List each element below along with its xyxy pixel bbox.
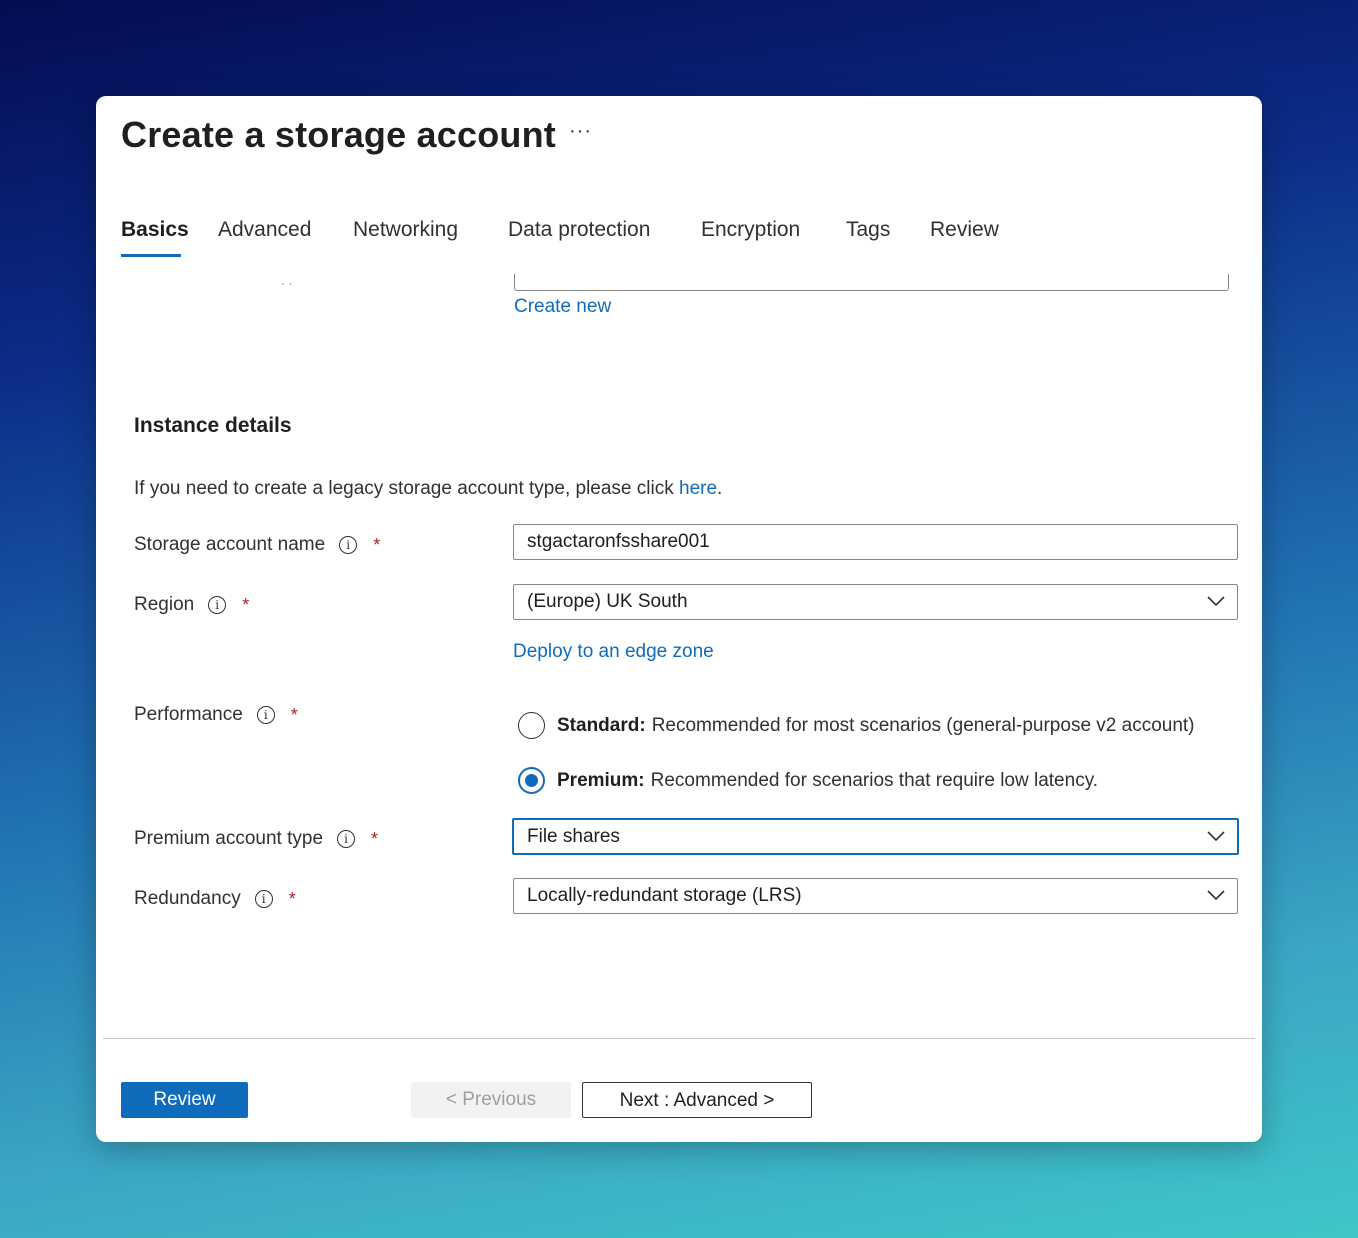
storage-account-name-label-text: Storage account name [134,534,326,555]
instance-details-heading: Instance details [134,414,292,437]
tab-advanced[interactable]: Advanced [218,218,311,242]
standard-radio[interactable] [518,712,545,739]
tab-encryption[interactable]: Encryption [701,218,800,242]
clipped-label: · · [281,276,293,290]
tab-data-protection[interactable]: Data protection [508,218,650,242]
required-marker: * [371,828,379,849]
resource-group-select-clipped[interactable] [514,274,1229,291]
standard-description: Recommended for most scenarios (general-… [651,714,1195,736]
premium-radio[interactable] [518,767,545,794]
redundancy-value: Locally-redundant storage (LRS) [527,885,802,906]
tab-bar: Basics Advanced Networking Data protecti… [96,214,1262,264]
premium-account-type-label-text: Premium account type [134,828,324,849]
premium-title: Premium: [557,769,645,791]
legacy-account-suffix: . [717,478,723,499]
info-icon[interactable]: i [256,706,275,724]
active-tab-indicator [121,254,181,257]
chevron-down-icon [1207,596,1225,607]
more-options-icon[interactable]: ··· [569,120,592,143]
required-marker: * [373,534,381,555]
premium-account-type-value: File shares [527,826,620,847]
page-title: Create a storage account [121,114,556,155]
info-icon[interactable]: i [339,536,358,554]
redundancy-dropdown[interactable]: Locally-redundant storage (LRS) [513,878,1238,914]
region-value: (Europe) UK South [527,591,688,612]
required-marker: * [242,594,250,615]
required-marker: * [290,704,298,725]
legacy-here-link[interactable]: here [679,478,717,499]
footer-divider [103,1038,1255,1039]
info-icon[interactable]: i [337,830,356,848]
redundancy-label: Redundancy i * [134,888,296,910]
premium-account-type-dropdown[interactable]: File shares [512,818,1239,855]
info-icon[interactable]: i [254,890,273,908]
tab-basics[interactable]: Basics [121,218,189,242]
redundancy-label-text: Redundancy [134,888,241,909]
storage-account-name-label: Storage account name i * [134,534,380,556]
standard-title: Standard: [557,714,646,736]
previous-button[interactable]: < Previous [411,1082,571,1118]
create-new-resource-group-link[interactable]: Create new [514,296,611,318]
review-button[interactable]: Review [121,1082,248,1118]
required-marker: * [288,888,296,909]
create-storage-dialog: Create a storage account ··· Basics Adva… [96,96,1262,1142]
chevron-down-icon [1207,890,1225,901]
legacy-account-prefix: If you need to create a legacy storage a… [134,478,679,499]
performance-label: Performance i * [134,704,298,726]
legacy-account-text: If you need to create a legacy storage a… [134,478,722,500]
region-dropdown[interactable]: (Europe) UK South [513,584,1238,620]
performance-premium-option[interactable]: Premium: Recommended for scenarios that … [518,767,1098,794]
tab-review[interactable]: Review [930,218,999,242]
region-label: Region i * [134,594,249,616]
region-label-text: Region [134,594,195,615]
tab-networking[interactable]: Networking [353,218,458,242]
premium-account-type-label: Premium account type i * [134,828,378,850]
storage-account-name-input[interactable]: stgactaronfsshare001 [513,524,1238,560]
tab-tags[interactable]: Tags [846,218,890,242]
chevron-down-icon [1207,831,1225,842]
info-icon[interactable]: i [208,596,227,614]
next-advanced-button[interactable]: Next : Advanced > [582,1082,812,1118]
premium-description: Recommended for scenarios that require l… [650,769,1099,791]
deploy-edge-zone-link[interactable]: Deploy to an edge zone [513,641,714,663]
performance-label-text: Performance [134,704,243,725]
performance-standard-option[interactable]: Standard: Recommended for most scenarios… [518,712,1195,739]
